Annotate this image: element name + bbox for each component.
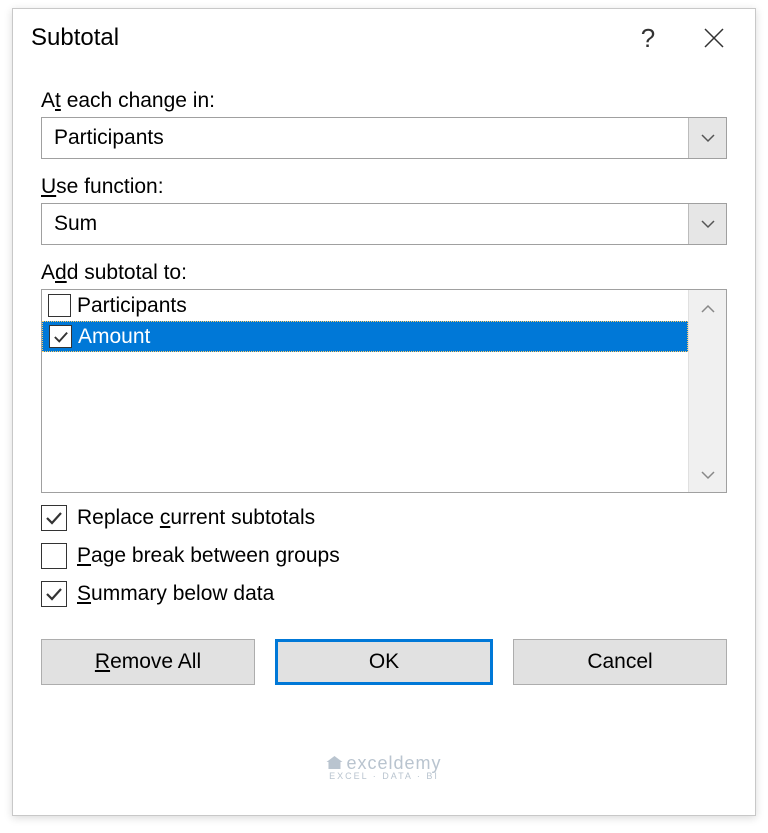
change-in-dropdown-button[interactable] xyxy=(688,118,726,158)
use-function-combo[interactable]: Sum xyxy=(41,203,727,245)
dialog-title: Subtotal xyxy=(31,24,615,52)
list-item-label: Participants xyxy=(77,294,187,318)
replace-subtotals-row[interactable]: Replace current subtotals xyxy=(41,505,727,531)
listbox-scrollbar[interactable] xyxy=(688,290,726,492)
ok-button[interactable]: OK xyxy=(275,639,493,685)
change-in-combo[interactable]: Participants xyxy=(41,117,727,159)
chevron-down-icon xyxy=(700,470,716,480)
scroll-up-button[interactable] xyxy=(700,296,716,320)
replace-subtotals-checkbox[interactable] xyxy=(41,505,67,531)
check-icon xyxy=(53,330,69,344)
replace-subtotals-label: Replace current subtotals xyxy=(77,506,315,530)
page-break-label: Page break between groups xyxy=(77,544,340,568)
use-function-dropdown-button[interactable] xyxy=(688,204,726,244)
summary-below-label: Summary below data xyxy=(77,582,274,606)
use-function-label: Use function: xyxy=(41,175,727,199)
button-row: Remove All OK Cancel xyxy=(41,639,727,705)
check-icon xyxy=(45,510,63,526)
close-icon xyxy=(703,27,725,49)
close-button[interactable] xyxy=(681,14,747,62)
use-function-value: Sum xyxy=(42,212,688,236)
cancel-button[interactable]: Cancel xyxy=(513,639,727,685)
page-break-row[interactable]: Page break between groups xyxy=(41,543,727,569)
list-item[interactable]: Participants xyxy=(42,290,688,321)
subtotal-dialog: Subtotal ? At each change in: Participan… xyxy=(12,8,756,816)
list-item-checkbox[interactable] xyxy=(49,325,72,348)
chevron-up-icon xyxy=(700,304,716,314)
summary-below-row[interactable]: Summary below data xyxy=(41,581,727,607)
list-item[interactable]: Amount xyxy=(42,321,688,352)
summary-below-checkbox[interactable] xyxy=(41,581,67,607)
chevron-down-icon xyxy=(700,133,716,143)
change-in-value: Participants xyxy=(42,126,688,150)
add-subtotal-listbox[interactable]: Participants Amount xyxy=(41,289,727,493)
chevron-down-icon xyxy=(700,219,716,229)
add-subtotal-label: Add subtotal to: xyxy=(41,261,727,285)
titlebar: Subtotal ? xyxy=(13,9,755,65)
listbox-inner: Participants Amount xyxy=(42,290,688,492)
scroll-down-button[interactable] xyxy=(700,462,716,486)
dialog-body: At each change in: Participants Use func… xyxy=(13,65,755,815)
change-in-label: At each change in: xyxy=(41,89,727,113)
help-button[interactable]: ? xyxy=(615,14,681,62)
list-item-label: Amount xyxy=(78,325,150,349)
page-break-checkbox[interactable] xyxy=(41,543,67,569)
check-icon xyxy=(45,586,63,602)
list-item-checkbox[interactable] xyxy=(48,294,71,317)
remove-all-button[interactable]: Remove All xyxy=(41,639,255,685)
